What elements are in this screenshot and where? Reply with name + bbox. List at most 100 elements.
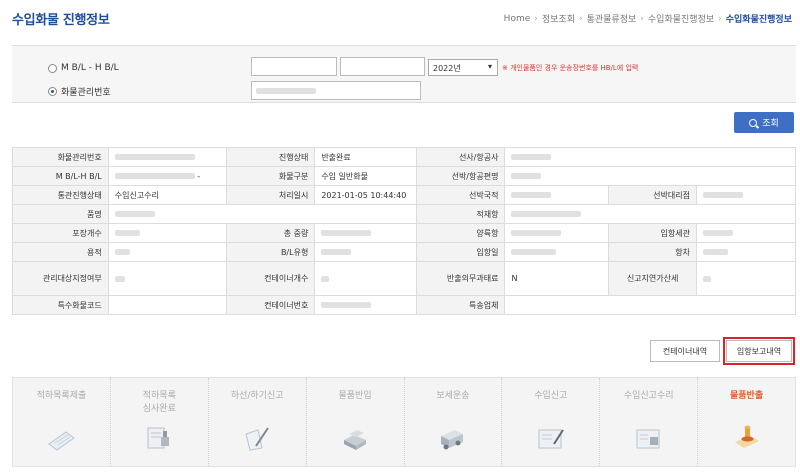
cell-value (695, 185, 797, 205)
cell-value: - (107, 166, 227, 186)
progress-steps: 적하목록제출 적하목록 심사완료 하선/하기신고 물품반입 보세운송 수입신고 … (12, 377, 796, 467)
cell-value (107, 204, 418, 224)
cell-value (107, 223, 227, 243)
cell-label: 선박대리점 (608, 185, 697, 205)
page-header: 수입화물 진행정보 Home › 정보조회 › 통관물류정보 › 수입화물진행정… (0, 0, 800, 36)
cell-value: 수입 일반화물 (314, 166, 418, 186)
table-row: M B/L-H B/L - 화물구분 수입 일반화물 선박/항공편명 (12, 166, 796, 186)
table-row: 통관진행상태 수입신고수리 처리일시 2021-01-05 10:44:40 선… (12, 185, 797, 205)
boxes-icon (344, 430, 367, 450)
arrival-report-button[interactable]: 입항보고내역 (723, 337, 795, 365)
stamp-icon (734, 425, 759, 448)
breadcrumb-current: 수입화물진행정보 (725, 15, 792, 25)
table-row: 포장개수 총 중량 양륙항 입항세관 (12, 223, 797, 243)
cell-label: 양륙항 (416, 223, 506, 243)
breadcrumb-home[interactable]: Home (504, 14, 531, 24)
radio-cargo[interactable] (48, 87, 57, 96)
step-label: 물품반입 (338, 391, 372, 401)
cell-label: 총 중량 (225, 223, 316, 243)
truck-icon (440, 430, 463, 450)
cell-label: 선사/항공사 (416, 147, 506, 167)
cell-label: 적재항 (416, 204, 506, 224)
cell-label: 관리대상지정여부 (12, 261, 109, 296)
breadcrumb-info-search[interactable]: 정보조회 (542, 12, 575, 25)
radio-cargo-option[interactable]: 화물관리번호 (48, 85, 111, 98)
cell-label: 진행상태 (225, 147, 316, 167)
radio-bl-option[interactable]: M B/L - H B/L (48, 63, 119, 73)
breadcrumb: Home › 정보조회 › 통관물류정보 › 수입화물진행정보 › 수입화물진행… (504, 12, 792, 26)
manifest-icon (48, 431, 76, 451)
cell-label: 화물구분 (225, 166, 316, 186)
cell-value (107, 261, 227, 296)
cell-label: 품명 (12, 204, 109, 224)
cell-value: 반출완료 (314, 147, 418, 167)
cell-label: 반출의무과태료 (416, 261, 506, 296)
cell-value: 2021-01-05 10:44:40 (314, 185, 418, 205)
step-import-declaration[interactable]: 수입신고 (502, 378, 601, 466)
step-bonded-transport[interactable]: 보세운송 (405, 378, 503, 466)
cell-value (314, 295, 418, 315)
cell-value: 수입신고수리 (107, 185, 227, 205)
cell-label: 입항세관 (608, 223, 697, 243)
search-button[interactable]: 조회 (734, 112, 794, 133)
cell-label: 선박/항공편명 (416, 166, 506, 186)
chevron-down-icon: ▾ (487, 62, 492, 71)
cell-value (107, 242, 227, 262)
cell-value (504, 295, 796, 315)
cell-label: 선박국적 (416, 185, 506, 205)
cell-label: 처리일시 (225, 185, 316, 205)
step-goods-release[interactable]: 물품반출 (698, 378, 795, 466)
cell-value (314, 261, 418, 296)
step-manifest-submit[interactable]: 적하목록제출 (13, 378, 111, 466)
masked-value (256, 87, 316, 94)
table-row: 특수화물코드 컨테이너번호 특송업체 (12, 295, 796, 315)
page-title: 수입화물 진행정보 (12, 13, 110, 28)
cell-label: 항차 (608, 242, 697, 262)
cell-value (504, 147, 796, 167)
search-button-label: 조회 (762, 119, 779, 129)
chevron-right-icon: › (578, 13, 583, 24)
container-details-button[interactable]: 컨테이너내역 (650, 340, 720, 362)
cell-value (695, 242, 797, 262)
hbl-input[interactable] (340, 57, 425, 76)
cell-label: 컨테이너개수 (225, 261, 316, 296)
step-label: 적하목록제출 (36, 391, 87, 401)
radio-cargo-label: 화물관리번호 (61, 88, 111, 98)
table-row: 품명 적재항 (12, 204, 796, 224)
cell-label: 신고지연가산세 (608, 261, 697, 296)
mbl-input[interactable] (251, 57, 337, 76)
step-label: 하선/하기신고 (230, 391, 284, 401)
form-pen-icon (538, 429, 564, 449)
radio-bl-label: M B/L - H B/L (61, 63, 119, 73)
cargo-number-input[interactable] (251, 81, 421, 100)
chevron-right-icon: › (718, 13, 722, 24)
step-label: 적하목록 심사완료 (142, 391, 176, 414)
cell-label: B/L유형 (225, 242, 316, 262)
cell-value (504, 223, 610, 243)
step-label: 수입신고수리 (623, 391, 674, 401)
step-goods-carry-in[interactable]: 물품반입 (307, 378, 405, 466)
cell-label: 포장개수 (12, 223, 109, 243)
cell-label: 특수화물코드 (12, 295, 109, 315)
search-icon (749, 118, 758, 127)
cell-label: 입항일 (416, 242, 506, 262)
step-label: 물품반출 (730, 391, 764, 401)
table-row: 화물관리번호 진행상태 반출완료 선사/항공사 (12, 147, 796, 167)
cell-value (504, 166, 796, 186)
cell-label: 통관진행상태 (12, 185, 109, 205)
breadcrumb-import-progress[interactable]: 수입화물진행정보 (648, 12, 714, 25)
radio-bl[interactable] (48, 63, 57, 73)
step-manifest-review[interactable]: 적하목록 심사완료 (111, 378, 209, 466)
step-label: 보세운송 (436, 391, 470, 401)
cell-label: 용적 (12, 242, 109, 262)
cell-value (695, 261, 797, 296)
approved-form-icon (636, 429, 660, 449)
breadcrumb-logistics[interactable]: 통관물류정보 (587, 12, 637, 25)
year-select[interactable]: 2022년 ▾ (428, 59, 498, 76)
step-unloading-report[interactable]: 하선/하기신고 (209, 378, 307, 466)
step-import-acceptance[interactable]: 수입신고수리 (600, 378, 699, 466)
cell-label: M B/L-H B/L (12, 166, 109, 186)
pen-document-icon (245, 427, 270, 451)
cargo-info-table: 화물관리번호 진행상태 반출완료 선사/항공사 M B/L-H B/L - 화물… (12, 147, 797, 315)
cell-value (504, 204, 796, 224)
